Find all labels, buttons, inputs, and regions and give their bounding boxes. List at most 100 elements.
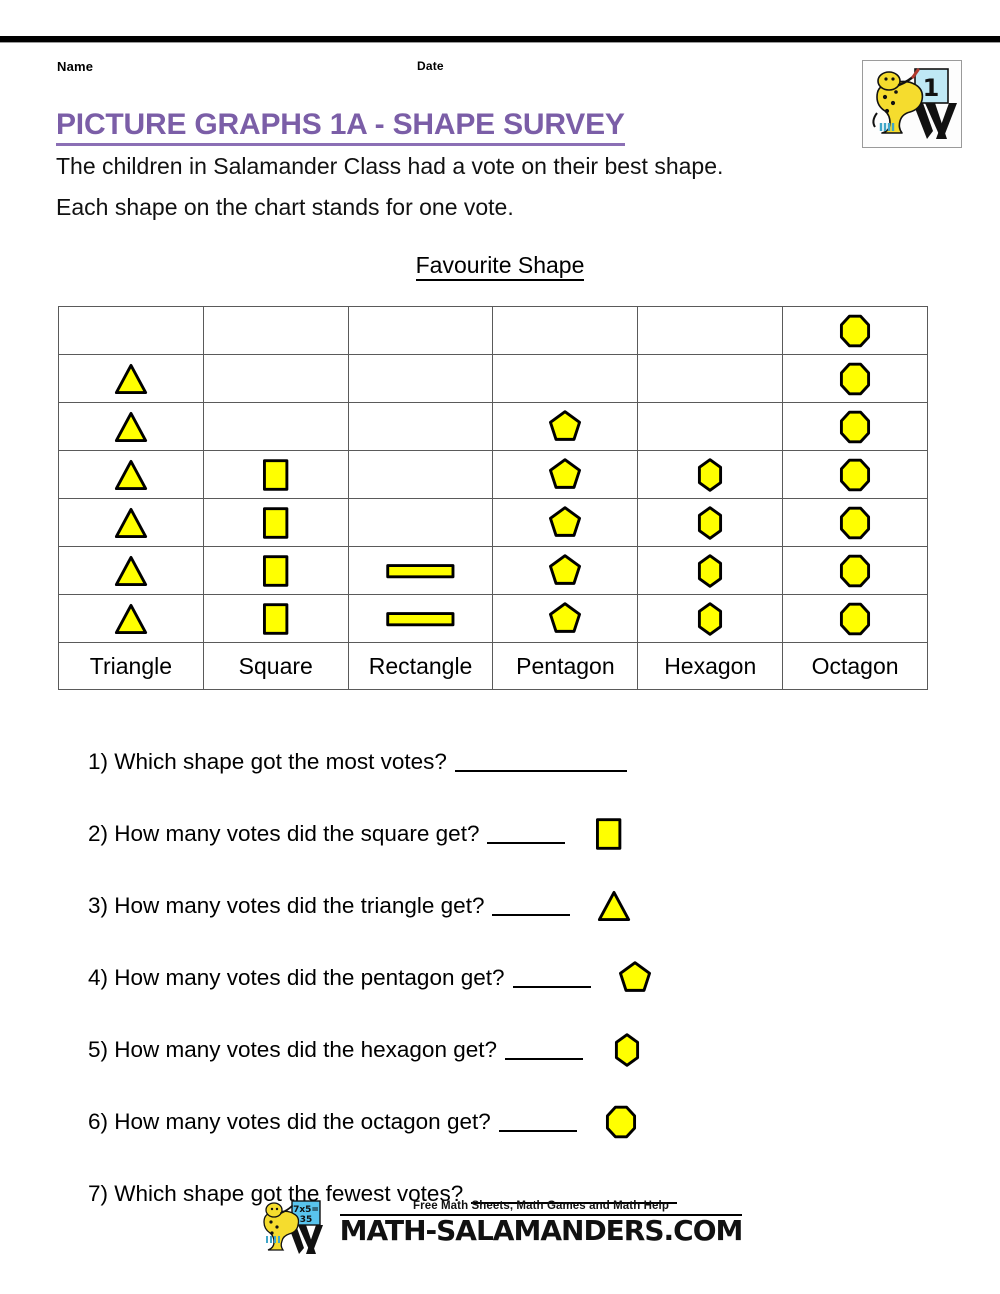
question-text: 2) How many votes did the square get? xyxy=(88,821,480,846)
pictograph-row xyxy=(58,306,928,355)
page-title: PICTURE GRAPHS 1A - SHAPE SURVEY xyxy=(56,108,625,146)
triangle-icon xyxy=(114,363,147,394)
pictograph-cell-hexagon xyxy=(637,354,784,403)
answer-blank[interactable] xyxy=(487,825,566,844)
name-field-label: Name xyxy=(57,59,94,74)
octagon-icon xyxy=(591,1105,651,1139)
octagon-icon xyxy=(605,1105,636,1139)
svg-text:1: 1 xyxy=(923,74,940,102)
square-icon xyxy=(596,818,622,850)
pictograph-cell-square xyxy=(202,450,349,499)
triangle-icon xyxy=(114,555,147,586)
pictograph-cell-octagon xyxy=(782,402,928,451)
pictograph-cell-rectangle xyxy=(347,498,494,547)
pictograph-cell-triangle xyxy=(58,354,204,403)
pictograph-cell-hexagon xyxy=(637,594,784,643)
pictograph-cell-square xyxy=(202,498,349,547)
pictograph-cell-pentagon xyxy=(492,306,639,355)
pictograph-cell-octagon xyxy=(782,450,928,499)
pictograph-label-row: Triangle Square Rectangle Pentagon Hexagon Oc… xyxy=(58,642,928,690)
answer-blank[interactable] xyxy=(492,897,571,916)
pentagon-icon xyxy=(549,601,582,633)
pictograph-cell-octagon xyxy=(782,354,928,403)
answer-blank[interactable] xyxy=(454,753,627,772)
pictograph-row xyxy=(58,354,928,403)
triangle-icon xyxy=(114,507,147,538)
pictograph-row xyxy=(58,546,928,595)
triangle-icon xyxy=(114,603,147,634)
hexagon-icon xyxy=(597,1033,657,1067)
pictograph-cell-rectangle xyxy=(347,306,494,355)
page-top-rule xyxy=(0,36,1000,43)
pentagon-icon xyxy=(549,457,582,489)
footer: 7x5= 35 Free Math Sheets, Math Games and… xyxy=(0,1196,1000,1258)
hexagon-icon xyxy=(698,457,723,492)
pictograph-row xyxy=(58,402,928,451)
square-icon xyxy=(262,506,289,539)
question-text: 5) How many votes did the hexagon get? xyxy=(88,1037,497,1062)
pentagon-icon xyxy=(618,961,651,992)
pictograph-category-label: Hexagon xyxy=(637,642,784,690)
square-icon xyxy=(579,817,639,851)
octagon-icon xyxy=(840,362,871,395)
octagon-icon xyxy=(840,314,871,347)
worksheet-level-badge: 1 xyxy=(862,60,962,148)
pictograph-cell-rectangle xyxy=(347,402,494,451)
triangle-icon xyxy=(584,889,644,923)
triangle-icon xyxy=(114,411,147,442)
date-field-label: Date xyxy=(417,59,444,73)
question-row-4: 4) How many votes did the pentagon get? xyxy=(88,942,968,1014)
rectangle-icon xyxy=(386,611,455,626)
name-date-row: Name Date xyxy=(57,59,817,74)
pictograph-category-label: Rectangle xyxy=(347,642,494,690)
question-text: 3) How many votes did the triangle get? xyxy=(88,893,485,918)
chart-title-text: Favourite Shape xyxy=(415,252,585,281)
pictograph-row xyxy=(58,594,928,643)
pictograph-row xyxy=(58,450,928,499)
pictograph-category-label: Octagon xyxy=(782,642,928,690)
pictograph-cell-octagon xyxy=(782,498,928,547)
hexagon-icon xyxy=(698,553,723,588)
pictograph-category-label: Triangle xyxy=(58,642,204,690)
square-icon xyxy=(262,602,289,635)
rectangle-icon xyxy=(386,563,455,578)
pictograph-cell-octagon xyxy=(782,306,928,355)
question-text: 1) Which shape got the most votes? xyxy=(88,749,447,774)
pictograph-cell-rectangle xyxy=(347,450,494,499)
pictograph-cell-rectangle xyxy=(347,354,494,403)
pentagon-icon xyxy=(549,409,582,441)
intro-line-1: The children in Salamander Class had a v… xyxy=(56,153,724,179)
pictograph-cell-pentagon xyxy=(492,402,639,451)
intro-line-2: Each shape on the chart stands for one v… xyxy=(56,194,514,220)
footer-url: MATH-SALAMANDERS.COM xyxy=(339,1214,744,1247)
question-text: 4) How many votes did the pentagon get? xyxy=(88,965,505,990)
pictograph-cell-triangle xyxy=(58,306,204,355)
pictograph-cell-pentagon xyxy=(492,546,639,595)
question-row-6: 6) How many votes did the octagon get? xyxy=(88,1086,968,1158)
pictograph-cell-square xyxy=(202,402,349,451)
pictograph-cell-triangle xyxy=(58,450,204,499)
questions-list: 1) Which shape got the most votes? 2) How… xyxy=(88,726,968,1230)
square-icon xyxy=(262,458,289,491)
question-row-5: 5) How many votes did the hexagon get? xyxy=(88,1014,968,1086)
pictograph-cell-triangle xyxy=(58,402,204,451)
svg-text:7x5=: 7x5= xyxy=(293,1205,319,1215)
answer-blank[interactable] xyxy=(512,969,591,988)
octagon-icon xyxy=(840,458,871,491)
square-icon xyxy=(262,554,289,587)
answer-blank[interactable] xyxy=(505,1041,583,1060)
pictograph-cell-triangle xyxy=(58,498,204,547)
answer-blank[interactable] xyxy=(498,1113,577,1132)
pictograph-cell-pentagon xyxy=(492,450,639,499)
pictograph-cell-octagon xyxy=(782,594,928,643)
pictograph-cell-triangle xyxy=(58,594,204,643)
question-row-1: 1) Which shape got the most votes? xyxy=(88,726,968,798)
pictograph-cell-hexagon xyxy=(637,306,784,355)
pictograph-cell-hexagon xyxy=(637,546,784,595)
pictograph-cell-rectangle xyxy=(347,594,494,643)
question-row-3: 3) How many votes did the triangle get? xyxy=(88,870,968,942)
pictograph-cell-hexagon xyxy=(637,498,784,547)
hexagon-icon xyxy=(614,1033,640,1067)
pentagon-icon xyxy=(549,553,582,585)
pictograph-cell-triangle xyxy=(58,546,204,595)
